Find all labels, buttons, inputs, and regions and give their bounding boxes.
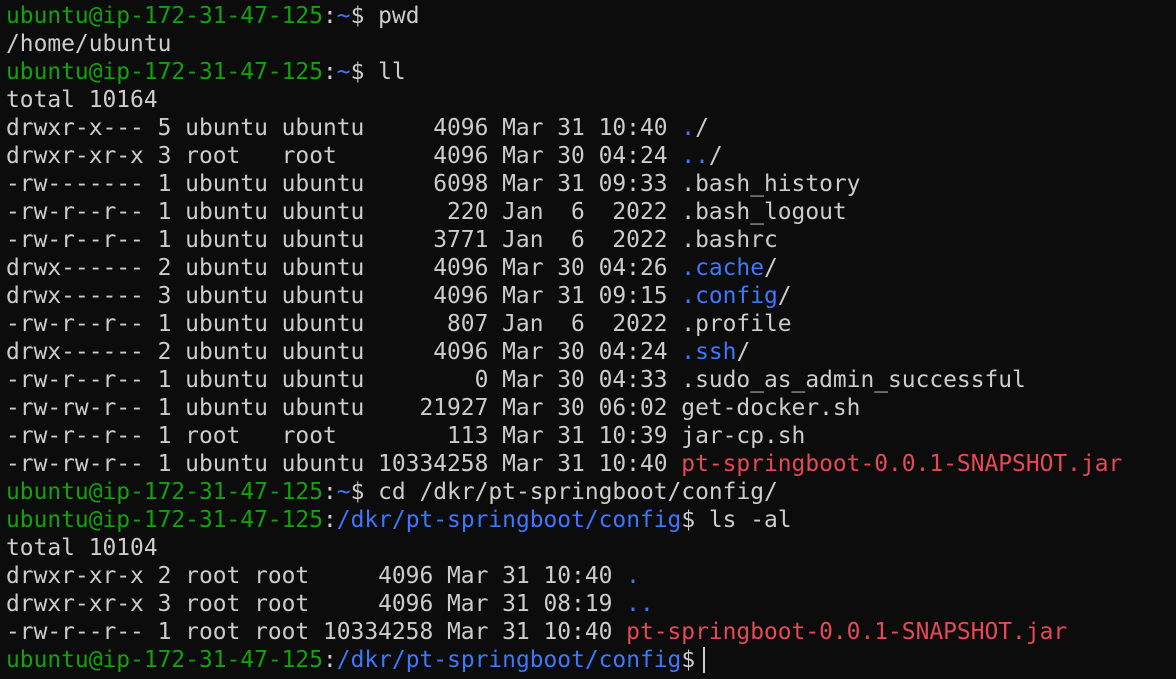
output-text: drwxr-x--- 5 ubuntu ubuntu 4096 Mar 31 1… [6, 115, 682, 141]
output-text: / [695, 115, 709, 141]
terminal-output: ubuntu@ip-172-31-47-125:~$ pwd/home/ubun… [6, 2, 1122, 674]
path-text: .. [681, 143, 709, 169]
output-text: $ cd /dkr/pt-springboot/config/ [350, 479, 778, 505]
terminal-line: drwxr-xr-x 2 root root 4096 Mar 31 10:40… [6, 562, 1122, 590]
terminal-line: -rw-r--r-- 1 ubuntu ubuntu 807 Jan 6 202… [6, 310, 1122, 338]
terminal-line: drwx------ 3 ubuntu ubuntu 4096 Mar 31 0… [6, 282, 1122, 310]
terminal-line: drwxr-xr-x 3 root root 4096 Mar 31 08:19… [6, 590, 1122, 618]
path-text: .config [681, 283, 778, 309]
terminal-line: total 10164 [6, 86, 1122, 114]
prompt-user-host: ubuntu@ip-172-31-47-125 [6, 479, 323, 505]
output-text: $ ls -al [681, 507, 792, 533]
output-text: drwx------ 2 ubuntu ubuntu 4096 Mar 30 0… [6, 255, 682, 281]
output-text: -rw-rw-r-- 1 ubuntu ubuntu 21927 Mar 30 … [6, 395, 861, 421]
output-text: -rw-r--r-- 1 root root 10334258 Mar 31 1… [6, 619, 627, 645]
output-text: drwx------ 2 ubuntu ubuntu 4096 Mar 30 0… [6, 339, 682, 365]
output-text: /home/ubuntu [6, 31, 172, 57]
output-text: -rw-r--r-- 1 ubuntu ubuntu 807 Jan 6 202… [6, 311, 792, 337]
terminal-line: -rw-r--r-- 1 root root 10334258 Mar 31 1… [6, 618, 1122, 646]
output-text: total 10104 [6, 535, 158, 561]
output-text: : [322, 647, 337, 673]
archive-file-name: pt-springboot-0.0.1-SNAPSHOT.jar [681, 451, 1123, 477]
output-text: $ ll [350, 59, 406, 85]
output-text: -rw------- 1 ubuntu ubuntu 6098 Mar 31 0… [6, 171, 861, 197]
terminal-line: ubuntu@ip-172-31-47-125:~$ pwd [6, 2, 1122, 30]
output-text: -rw-r--r-- 1 ubuntu ubuntu 3771 Jan 6 20… [6, 227, 778, 253]
path-text: . [681, 115, 696, 141]
prompt-user-host: ubuntu@ip-172-31-47-125 [6, 59, 323, 85]
path-text: ~ [336, 479, 351, 505]
terminal-line: -rw-rw-r-- 1 ubuntu ubuntu 10334258 Mar … [6, 450, 1122, 478]
path-text: /dkr/pt-springboot/config [336, 647, 682, 673]
path-text: .cache [681, 255, 764, 281]
prompt-user-host: ubuntu@ip-172-31-47-125 [6, 647, 323, 673]
terminal-line: -rw-rw-r-- 1 ubuntu ubuntu 21927 Mar 30 … [6, 394, 1122, 422]
terminal-line: drwxr-x--- 5 ubuntu ubuntu 4096 Mar 31 1… [6, 114, 1122, 142]
terminal-line: drwxr-xr-x 3 root root 4096 Mar 30 04:24… [6, 142, 1122, 170]
output-text: -rw-r--r-- 1 ubuntu ubuntu 220 Jan 6 202… [6, 199, 847, 225]
path-text: /dkr/pt-springboot/config [336, 507, 682, 533]
terminal-line: total 10104 [6, 534, 1122, 562]
path-text: .. [626, 591, 654, 617]
output-text: / [736, 339, 751, 365]
output-text: total 10164 [6, 87, 158, 113]
terminal-line: -rw-r--r-- 1 root root 113 Mar 31 10:39 … [6, 422, 1122, 450]
terminal-line: -rw-r--r-- 1 ubuntu ubuntu 3771 Jan 6 20… [6, 226, 1122, 254]
terminal-window[interactable]: ubuntu@ip-172-31-47-125:~$ pwd/home/ubun… [0, 0, 1176, 679]
terminal-line: -rw-r--r-- 1 ubuntu ubuntu 0 Mar 30 04:3… [6, 366, 1122, 394]
terminal-line: drwx------ 2 ubuntu ubuntu 4096 Mar 30 0… [6, 254, 1122, 282]
terminal-line: ubuntu@ip-172-31-47-125:~$ ll [6, 58, 1122, 86]
terminal-line: -rw-r--r-- 1 ubuntu ubuntu 220 Jan 6 202… [6, 198, 1122, 226]
output-text: drwx------ 3 ubuntu ubuntu 4096 Mar 31 0… [6, 283, 682, 309]
output-text: -rw-rw-r-- 1 ubuntu ubuntu 10334258 Mar … [6, 451, 682, 477]
output-text: -rw-r--r-- 1 root root 113 Mar 31 10:39 … [6, 423, 806, 449]
prompt-user-host: ubuntu@ip-172-31-47-125 [6, 3, 323, 29]
output-text: : [322, 479, 337, 505]
output-text: $ pwd [350, 3, 420, 29]
output-text: : [322, 59, 337, 85]
output-text: / [777, 283, 792, 309]
terminal-line: drwx------ 2 ubuntu ubuntu 4096 Mar 30 0… [6, 338, 1122, 366]
output-text: / [764, 255, 778, 281]
output-text: drwxr-xr-x 2 root root 4096 Mar 31 10:40 [6, 563, 627, 589]
output-text: drwxr-xr-x 3 root root 4096 Mar 30 04:24 [6, 143, 682, 169]
terminal-line: -rw------- 1 ubuntu ubuntu 6098 Mar 31 0… [6, 170, 1122, 198]
path-text: ~ [336, 59, 351, 85]
path-text: .ssh [681, 339, 737, 365]
output-text: / [708, 143, 723, 169]
path-text: ~ [336, 3, 351, 29]
output-text: : [322, 3, 337, 29]
terminal-line: ubuntu@ip-172-31-47-125:/dkr/pt-springbo… [6, 646, 1122, 674]
terminal-line: ubuntu@ip-172-31-47-125:~$ cd /dkr/pt-sp… [6, 478, 1122, 506]
text-cursor[interactable] [703, 647, 706, 673]
output-text: drwxr-xr-x 3 root root 4096 Mar 31 08:19 [6, 591, 627, 617]
terminal-line: /home/ubuntu [6, 30, 1122, 58]
output-text: $ [681, 647, 696, 673]
prompt-user-host: ubuntu@ip-172-31-47-125 [6, 507, 323, 533]
output-text: : [322, 507, 337, 533]
output-text: -rw-r--r-- 1 ubuntu ubuntu 0 Mar 30 04:3… [6, 367, 1026, 393]
terminal-line: ubuntu@ip-172-31-47-125:/dkr/pt-springbo… [6, 506, 1122, 534]
archive-file-name: pt-springboot-0.0.1-SNAPSHOT.jar [626, 619, 1068, 645]
path-text: . [626, 563, 640, 589]
